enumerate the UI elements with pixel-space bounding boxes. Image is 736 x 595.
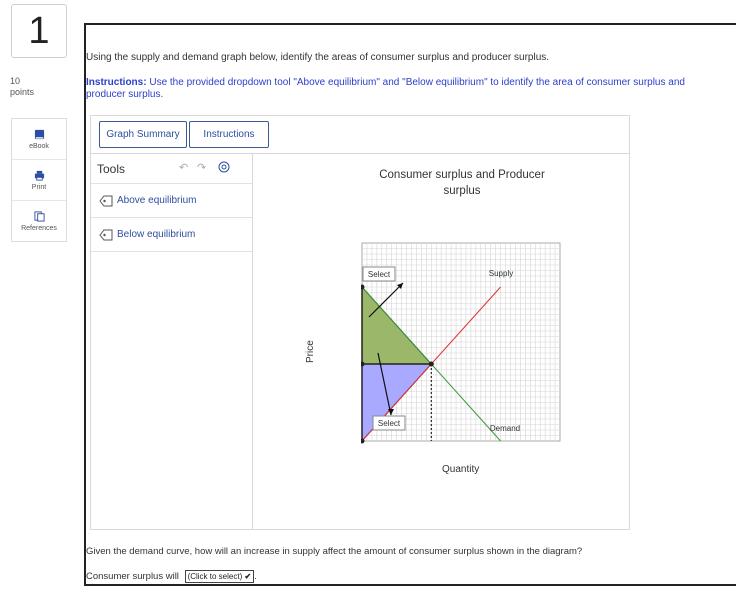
- points-label: points: [10, 87, 35, 97]
- references-icon: [33, 210, 45, 222]
- tools-panel: Tools ↶ ↷ Above equilibrium Below equili…: [91, 153, 253, 529]
- instructions-label: Instructions:: [86, 77, 147, 88]
- points-value: 10 points: [10, 76, 34, 98]
- supply-label: Supply: [489, 269, 513, 278]
- references-label: References: [21, 224, 57, 232]
- graph-panel: Graph Summary Instructions Tools ↶ ↷ Abo…: [90, 115, 630, 530]
- x-axis-label: Quantity: [442, 464, 480, 475]
- tools-title: Tools: [97, 162, 126, 176]
- question-prompt: Using the supply and demand graph below,…: [86, 52, 550, 63]
- select-label-top: Select: [368, 270, 391, 279]
- references-button[interactable]: References: [12, 201, 66, 241]
- chart-title-line2: surplus: [443, 185, 481, 197]
- chart-title: Consumer surplus and Producer surplus: [352, 167, 572, 199]
- chart-title-line1: Consumer surplus and Producer: [379, 169, 545, 181]
- tool-below-label: Below equilibrium: [117, 229, 196, 240]
- question-number: 1: [11, 4, 67, 58]
- tool-above-label: Above equilibrium: [117, 195, 197, 206]
- followup-question: Given the demand curve, how will an incr…: [86, 546, 583, 557]
- answer-dropdown[interactable]: (Click to select) ✔: [184, 570, 255, 583]
- instructions: Instructions: Use the provided dropdown …: [86, 77, 706, 101]
- answer-suffix: .: [254, 571, 257, 583]
- graph-area: Consumer surplus and Producer surplus Pr…: [252, 153, 629, 529]
- tool-above-equilibrium[interactable]: Above equilibrium: [91, 184, 252, 218]
- answer-prefix: Consumer surplus will: [86, 571, 179, 583]
- select-label-bottom: Select: [378, 419, 401, 428]
- redo-icon[interactable]: ↷: [197, 161, 206, 174]
- answer-dropdown-label: (Click to select): [187, 572, 243, 581]
- book-icon: [34, 129, 44, 139]
- ebook-button[interactable]: eBook: [12, 119, 66, 160]
- demand-label: Demand: [490, 424, 520, 433]
- y-axis-label: Price: [305, 340, 316, 363]
- tag-icon: [99, 229, 113, 240]
- tag-icon: [99, 195, 113, 206]
- tab-bar: Graph Summary Instructions: [91, 116, 629, 154]
- instructions-text: Use the provided dropdown tool "Above eq…: [86, 77, 685, 100]
- print-button[interactable]: Print: [12, 160, 66, 201]
- printer-icon: [34, 170, 44, 181]
- side-tools: eBook Print References: [11, 118, 67, 242]
- chevron-down-icon: ✔: [244, 572, 252, 581]
- ebook-label: eBook: [29, 142, 49, 150]
- reset-icon[interactable]: [218, 161, 230, 173]
- tab-instructions[interactable]: Instructions: [189, 121, 269, 148]
- equilibrium-point: [428, 361, 434, 367]
- undo-icon[interactable]: ↶: [179, 161, 188, 174]
- tools-header: Tools ↶ ↷: [91, 153, 252, 184]
- points-number: 10: [10, 76, 21, 86]
- tab-graph-summary[interactable]: Graph Summary: [99, 121, 187, 148]
- answer-row: Consumer surplus will (Click to select) …: [86, 570, 257, 583]
- supply-demand-chart: Select Select Supply Demand: [361, 242, 561, 444]
- tool-below-equilibrium[interactable]: Below equilibrium: [91, 218, 252, 252]
- print-label: Print: [31, 183, 47, 191]
